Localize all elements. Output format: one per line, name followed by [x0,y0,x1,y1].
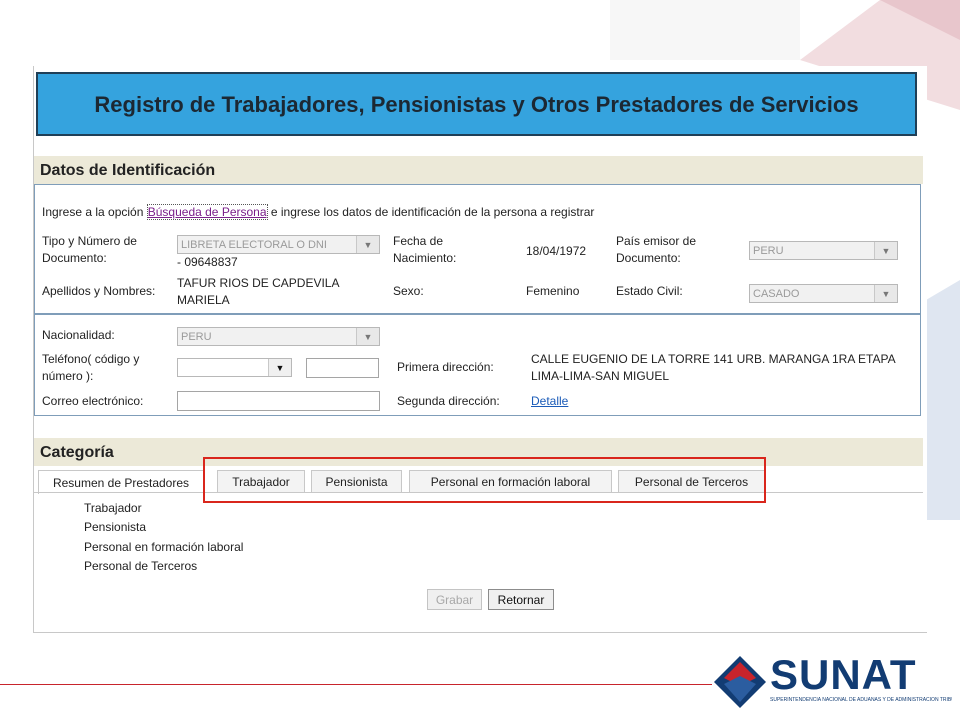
sexo-value: Femenino [526,284,580,298]
pais-emisor-value: PERU [753,245,784,257]
nacionalidad-value: PERU [181,331,212,343]
telefono-label: Teléfono( código y número ): [42,352,140,383]
summary-personal-formacion: Personal en formación laboral [84,540,244,554]
nacionalidad-label: Nacionalidad: [42,328,115,342]
instruction-post: e ingrese los datos de identificación de… [267,205,595,219]
correo-input[interactable] [177,391,380,411]
fecha-nac-label: Fecha de Nacimiento: [393,234,457,265]
summary-trabajador: Trabajador [84,501,142,515]
identificacion-box: Ingrese a la opción Búsqueda de Persona … [34,184,921,314]
grabar-button[interactable]: Grabar [427,589,482,610]
summary-pensionista: Pensionista [84,520,147,534]
registro-panel: Registro de Trabajadores, Pensionistas y… [33,66,927,633]
chevron-down-icon: ▼ [356,236,379,253]
nacionalidad-select[interactable]: PERU ▼ [177,327,380,346]
apellidos-label: Apellidos y Nombres: [42,284,156,298]
pais-emisor-label: País emisor de Documento: [616,234,697,265]
estado-civil-value: CASADO [753,288,800,300]
tab-resumen-prestadores[interactable]: Resumen de Prestadores [38,470,204,494]
sunat-subtitle: SUPERINTENDENCIA NACIONAL DE ADUANAS Y D… [770,697,952,703]
telefono-code-select[interactable]: ▼ [177,358,292,377]
tipo-doc-label: Tipo y Número de Documento: [42,234,137,265]
primera-dir-value: CALLE EUGENIO DE LA TORRE 141 URB. MARAN… [531,352,895,383]
categoria-heading: Categoría [40,444,114,461]
identificacion-heading: Datos de Identificación [40,162,216,179]
fecha-nac-value: 18/04/1972 [526,244,587,258]
segunda-dir-label: Segunda dirección: [397,394,500,408]
doc-number: - 09648837 [177,255,238,269]
sunat-logo: SUNAT SUPERINTENDENCIA NACIONAL DE ADUAN… [712,652,952,712]
retornar-button[interactable]: Retornar [488,589,554,610]
chevron-down-icon: ▼ [268,359,291,376]
contacto-box: Nacionalidad: PERU ▼ Teléfono( código y … [34,314,921,416]
tabs-highlight-box [203,457,766,503]
estado-civil-select[interactable]: CASADO ▼ [749,284,898,303]
chevron-down-icon: ▼ [874,242,897,259]
primera-dir-label: Primera dirección: [397,360,494,374]
instruction-pre: Ingrese a la opción [42,205,147,219]
tipo-doc-value: LIBRETA ELECTORAL O DNI [181,239,327,251]
estado-civil-label: Estado Civil: [616,284,683,298]
telefono-number-input[interactable] [306,358,379,378]
detalle-link[interactable]: Detalle [531,393,568,410]
sunat-wordmark: SUNAT [770,651,917,698]
sunat-diamond-icon [714,656,766,708]
footer-line [0,684,712,685]
page-title: Registro de Trabajadores, Pensionistas y… [94,91,859,117]
pais-emisor-select[interactable]: PERU ▼ [749,241,898,260]
correo-label: Correo electrónico: [42,394,144,408]
page-title-banner: Registro de Trabajadores, Pensionistas y… [36,72,917,136]
sexo-label: Sexo: [393,284,424,298]
apellidos-value: TAFUR RIOS DE CAPDEVILA MARIELA [177,276,339,307]
chevron-down-icon: ▼ [356,328,379,345]
busqueda-persona-link[interactable]: Búsqueda de Persona [146,204,268,220]
summary-personal-terceros: Personal de Terceros [84,559,198,573]
instruction-text: Ingrese a la opción Búsqueda de Persona … [42,204,594,221]
identificacion-header: Datos de Identificación [34,156,923,184]
chevron-down-icon: ▼ [874,285,897,302]
tipo-doc-select[interactable]: LIBRETA ELECTORAL O DNI ▼ [177,235,380,254]
